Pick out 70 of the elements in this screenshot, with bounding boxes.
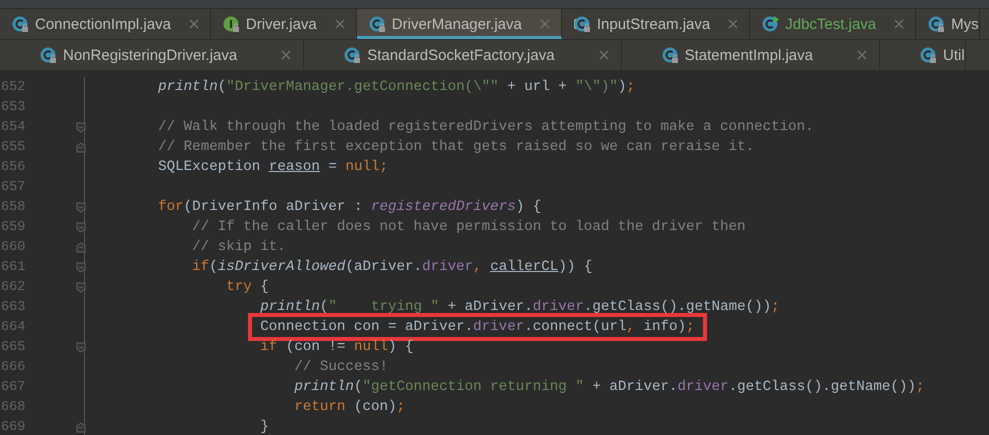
close-icon[interactable] [728,19,738,29]
line-number: 656 [1,160,25,174]
editor-tab[interactable]: Driver.java [210,9,357,39]
close-icon[interactable] [598,50,609,60]
line-number: 663 [1,300,25,314]
tab-label: StandardSocketFactory.java [367,46,555,64]
line-number: 655 [1,140,25,154]
tab-label: ConnectionImpl.java [35,16,171,32]
line-number: 665 [1,340,25,354]
close-icon[interactable] [856,50,867,60]
tab-label: StatementImpl.java [684,46,813,64]
line-number: 668 [1,400,25,414]
line-number: 667 [1,380,25,394]
code-line: if(isDriverAllowed(aDriver.driver, callerCL)) { [192,259,592,275]
line-number: 653 [1,100,25,114]
code-line: SQLException reason = null; [158,159,388,175]
close-icon[interactable] [540,19,550,29]
code-line: // Success! [294,359,388,375]
code-line: return (con); [294,399,406,415]
editor-tab[interactable]: DriverManager.java [356,9,562,39]
code-line: println("getConnection returning " + aDriver.driver.getClass().getName()); [294,379,924,395]
close-icon[interactable] [281,50,292,60]
code-line: if (con != null) { [260,339,414,355]
editor-tab[interactable]: Util [880,40,966,70]
line-number: 661 [1,260,25,274]
code-line: // skip it. [192,239,286,255]
fold-marker-icon[interactable] [76,342,86,352]
line-number: 652 [1,80,25,94]
fold-marker-icon[interactable] [76,242,86,252]
editor-tab[interactable]: ConnectionImpl.java [0,9,211,39]
tab-label: NonRegisteringDriver.java [63,46,238,64]
line-number: 666 [1,360,25,374]
tab-label: JdbcTest.java [785,16,876,32]
fold-marker-icon[interactable] [76,262,86,272]
code-line: } [260,419,269,435]
editor-tab[interactable]: StandardSocketFactory.java [304,40,622,70]
line-number: 660 [1,240,25,254]
code-line: // If the caller does not have permission to load the driver then [192,219,746,235]
line-number: 657 [1,180,25,194]
editor-tab[interactable]: JdbcTest.java [750,9,916,39]
editor-tab[interactable]: StatementImpl.java [622,40,880,70]
tab-label: Util [942,46,965,64]
fold-marker-icon[interactable] [76,282,86,292]
line-number: 658 [1,200,25,214]
code-line: println(" trying " + aDriver.driver.getClass().getName()); [260,299,780,315]
tab-label: Mys [951,16,979,32]
close-icon[interactable] [188,19,199,29]
close-icon[interactable] [894,19,904,29]
editor-tab[interactable]: NonRegisteringDriver.java [0,40,304,70]
tab-label: DriverManager.java [392,16,522,32]
line-number: 659 [1,220,25,234]
close-icon[interactable] [334,19,345,29]
fold-marker-icon[interactable] [76,222,86,232]
line-number: 662 [1,280,25,294]
tab-label: Driver.java [246,16,317,32]
code-line: // Remember the first exception that gets raised so we can reraise it. [158,139,754,155]
editor-tab[interactable]: Mys [916,9,980,39]
editor-tab[interactable]: InputStream.java [562,9,750,39]
line-number: 654 [1,120,25,134]
code-line: for(DriverInfo aDriver : registeredDrivers) { [158,199,542,215]
code-line: // Walk through the loaded registeredDrivers attempting to make a connection. [158,119,814,135]
fold-marker-icon[interactable] [76,202,86,212]
fold-marker-icon[interactable] [76,142,86,152]
line-number: 669 [1,420,25,434]
fold-marker-icon[interactable] [76,122,86,132]
code-line: try { [226,279,269,295]
code-line: println("DriverManager.getConnection(\"" + url + "\")"); [158,79,635,95]
line-number: 664 [1,320,25,334]
fold-marker-icon[interactable] [76,422,86,432]
tab-label: InputStream.java [596,16,710,32]
